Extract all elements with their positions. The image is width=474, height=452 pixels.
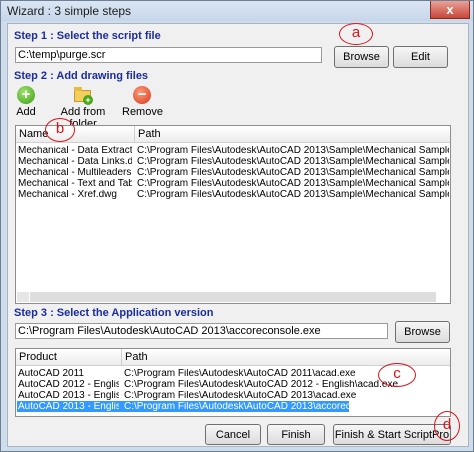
script-browse-button[interactable]: Browse: [334, 46, 389, 68]
annotation-d: d: [434, 411, 460, 441]
app-row-product[interactable]: AutoCAD 2013 - English: [18, 391, 119, 401]
annotation-a: a: [339, 23, 373, 45]
file-row-name[interactable]: Mechanical - Text and Tables...: [18, 179, 132, 189]
file-row-name[interactable]: Mechanical - Xref.dwg: [18, 190, 132, 200]
file-row-name[interactable]: Mechanical - Data Links.dwg: [18, 157, 132, 167]
file-row-path[interactable]: C:\Program Files\Autodesk\AutoCAD 2013\S…: [137, 179, 449, 189]
application-browse-button[interactable]: Browse: [395, 321, 450, 343]
step3-heading: Step 3 : Select the Application version: [14, 307, 214, 319]
app-row-product[interactable]: AutoCAD 2011: [18, 369, 119, 379]
file-row-name[interactable]: Mechanical - Multileaders.dwg: [18, 168, 132, 178]
finish-button[interactable]: Finish: [267, 424, 325, 445]
file-row-path[interactable]: C:\Program Files\Autodesk\AutoCAD 2013\S…: [137, 157, 449, 167]
add-label: Add: [16, 106, 36, 118]
application-path-field[interactable]: C:\Program Files\Autodesk\AutoCAD 2013\a…: [15, 323, 388, 339]
title-bar[interactable]: Wizard : 3 simple steps x: [1, 1, 473, 21]
close-button[interactable]: x: [430, 1, 470, 19]
file-row-path[interactable]: C:\Program Files\Autodesk\AutoCAD 2013\S…: [137, 146, 449, 156]
app-row-path[interactable]: C:\Program Files\Autodesk\AutoCAD 2013\a…: [124, 391, 449, 401]
window-title: Wizard : 3 simple steps: [7, 4, 132, 18]
file-row-path[interactable]: C:\Program Files\Autodesk\AutoCAD 2013\S…: [137, 168, 449, 178]
remove-label: Remove: [122, 106, 163, 118]
drawing-files-list[interactable]: Name Path Mechanical - Data Extraction .…: [15, 125, 451, 304]
column-header-path[interactable]: Path: [134, 126, 450, 143]
file-row-name[interactable]: Mechanical - Data Extraction ...: [18, 146, 132, 156]
add-button[interactable]: + Add: [12, 86, 40, 118]
app-row-path[interactable]: C:\Program Files\Autodesk\AutoCAD 2013\a…: [124, 402, 449, 412]
remove-button[interactable]: − Remove: [122, 86, 163, 118]
cancel-button[interactable]: Cancel: [205, 424, 261, 445]
remove-icon: −: [133, 86, 151, 104]
step1-heading: Step 1 : Select the script file: [14, 30, 161, 42]
file-row-path[interactable]: C:\Program Files\Autodesk\AutoCAD 2013\S…: [137, 190, 449, 200]
app-row-product[interactable]: AutoCAD 2013 - English A...: [18, 402, 119, 412]
app-row-product[interactable]: AutoCAD 2012 - English: [18, 380, 119, 390]
folder-add-icon: +: [74, 86, 93, 105]
annotation-c: c: [378, 363, 416, 387]
column-header-name[interactable]: Name: [16, 126, 134, 143]
step2-heading: Step 2 : Add drawing files: [14, 70, 149, 82]
annotation-b: b: [45, 118, 75, 142]
script-edit-button[interactable]: Edit: [393, 46, 448, 68]
close-icon: x: [446, 2, 454, 17]
column-header-product[interactable]: Product: [16, 349, 121, 366]
script-path-field[interactable]: C:\temp\purge.scr: [15, 47, 322, 63]
add-icon: +: [17, 86, 35, 104]
horizontal-scrollbar[interactable]: [30, 292, 436, 302]
